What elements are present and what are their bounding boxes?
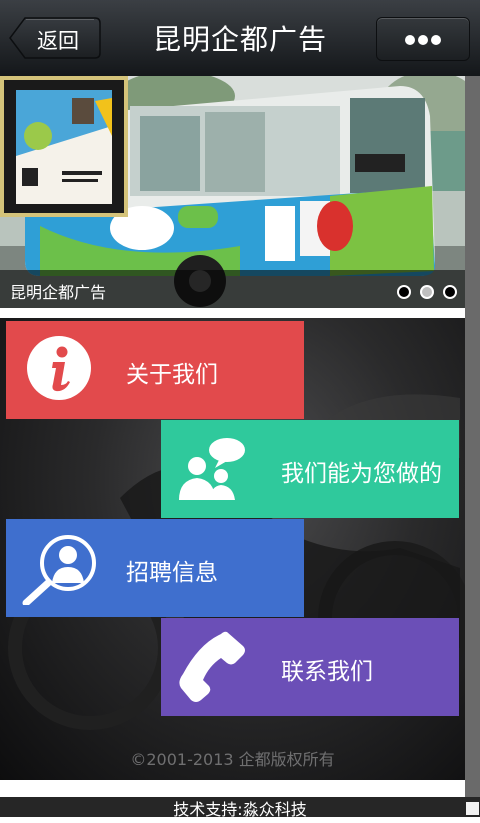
copyright-text: ©2001-2013 企都版权所有 bbox=[130, 750, 335, 769]
scrollbar-track[interactable] bbox=[465, 76, 480, 797]
recruitment-label: 招聘信息 bbox=[126, 560, 218, 586]
page-title: 昆明企都广告 bbox=[152, 23, 327, 56]
menu-area: 关于我们 我们能为您做的 招聘信息 联系我们 ©2001-2013 企都版权所有 bbox=[0, 318, 465, 780]
info-icon bbox=[26, 335, 92, 407]
services-tile[interactable]: 我们能为您做的 bbox=[161, 420, 459, 518]
tech-support-text: 技术支持:淼众科技 bbox=[173, 800, 307, 819]
contact-us-tile[interactable]: 联系我们 bbox=[161, 618, 459, 716]
tech-support-footer: 技术支持:淼众科技 bbox=[0, 797, 480, 819]
carousel-dot-3[interactable] bbox=[443, 285, 457, 299]
back-button-label: 返回 bbox=[37, 29, 79, 53]
scrollbar-thumb[interactable] bbox=[466, 802, 479, 815]
about-us-tile[interactable]: 关于我们 bbox=[6, 321, 304, 419]
people-chat-icon bbox=[175, 436, 247, 508]
search-person-icon bbox=[20, 533, 96, 611]
phone-icon bbox=[177, 630, 247, 708]
banner-caption-text: 昆明企都广告 bbox=[10, 283, 107, 302]
services-label: 我们能为您做的 bbox=[281, 461, 442, 487]
back-button[interactable]: 返回 bbox=[9, 17, 101, 59]
about-us-label: 关于我们 bbox=[126, 362, 218, 388]
banner-carousel[interactable]: 昆明企都广告 bbox=[0, 76, 465, 308]
carousel-dot-2-active[interactable] bbox=[420, 285, 434, 299]
carousel-dot-1[interactable] bbox=[397, 285, 411, 299]
banner-caption-bar: 昆明企都广告 bbox=[0, 270, 465, 308]
top-navigation-bar: 返回 昆明企都广告 bbox=[0, 0, 480, 77]
recruitment-tile[interactable]: 招聘信息 bbox=[6, 519, 304, 617]
contact-us-label: 联系我们 bbox=[281, 659, 373, 685]
more-options-button[interactable] bbox=[376, 17, 470, 61]
